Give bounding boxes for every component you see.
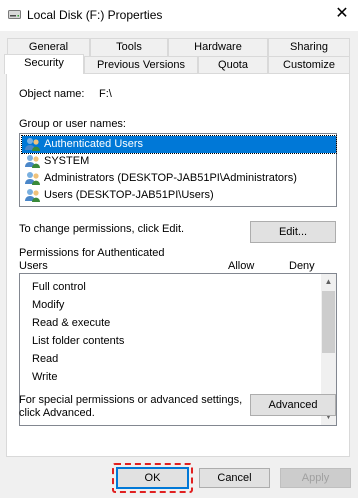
user-name: SYSTEM xyxy=(44,155,90,167)
deny-column-header: Deny xyxy=(289,260,315,272)
drive-icon xyxy=(8,10,21,19)
title-bar: Local Disk (F:) Properties ✕ xyxy=(0,0,358,31)
change-permissions-hint: To change permissions, click Edit. xyxy=(19,223,185,235)
list-item[interactable]: Authenticated Users xyxy=(21,135,337,154)
object-name-value: F:\ xyxy=(99,88,112,100)
close-icon[interactable]: ✕ xyxy=(334,6,350,22)
dialog-body: General Tools Hardware Sharing Security … xyxy=(0,31,358,498)
user-name: Administrators (DESKTOP-JAB51PI\Administ… xyxy=(44,172,297,184)
permission-row: Modify xyxy=(32,299,65,311)
tab-tools[interactable]: Tools xyxy=(90,38,168,56)
group-user-list[interactable]: Authenticated Users SYSTEM Administrator… xyxy=(19,133,337,207)
list-item[interactable]: SYSTEM xyxy=(22,153,336,170)
special-permissions-hint-2: click Advanced. xyxy=(19,407,95,419)
scroll-up-icon[interactable]: ▲ xyxy=(321,274,336,290)
user-name: Users (DESKTOP-JAB51PI\Users) xyxy=(44,189,214,201)
permission-row: Read & execute xyxy=(32,317,111,329)
special-permissions-hint: For special permissions or advanced sett… xyxy=(19,394,243,406)
tab-hardware[interactable]: Hardware xyxy=(168,38,268,56)
tab-security[interactable]: Security xyxy=(4,54,84,74)
users-icon xyxy=(25,189,40,202)
tab-quota[interactable]: Quota xyxy=(198,56,268,74)
edit-button[interactable]: Edit... xyxy=(250,221,336,243)
permission-row: Read xyxy=(32,353,59,365)
ok-button[interactable]: OK xyxy=(116,467,189,489)
permission-row: Write xyxy=(32,371,58,383)
list-item[interactable]: Users (DESKTOP-JAB51PI\Users) xyxy=(22,187,336,204)
scroll-thumb[interactable] xyxy=(322,291,335,353)
users-icon xyxy=(25,172,40,185)
permission-row: List folder contents xyxy=(32,335,125,347)
permissions-label: Permissions for Authenticated xyxy=(19,247,165,259)
permission-row: Full control xyxy=(32,281,86,293)
cancel-button[interactable]: Cancel xyxy=(199,468,270,488)
window-title: Local Disk (F:) Properties xyxy=(27,8,163,22)
security-panel: Object name: F:\ Group or user names: Au… xyxy=(6,73,350,457)
group-names-label: Group or user names: xyxy=(19,118,126,130)
users-icon xyxy=(25,155,40,168)
tab-previous-versions[interactable]: Previous Versions xyxy=(84,56,198,74)
list-item[interactable]: Administrators (DESKTOP-JAB51PI\Administ… xyxy=(22,170,336,187)
tab-customize[interactable]: Customize xyxy=(268,56,350,74)
advanced-button[interactable]: Advanced xyxy=(250,394,336,416)
permissions-label-user: Users xyxy=(19,260,48,272)
object-name-label: Object name: xyxy=(19,88,85,100)
users-icon xyxy=(25,138,40,151)
apply-button[interactable]: Apply xyxy=(280,468,351,488)
tab-sharing[interactable]: Sharing xyxy=(268,38,350,56)
user-name: Authenticated Users xyxy=(44,138,144,150)
allow-column-header: Allow xyxy=(228,260,255,272)
